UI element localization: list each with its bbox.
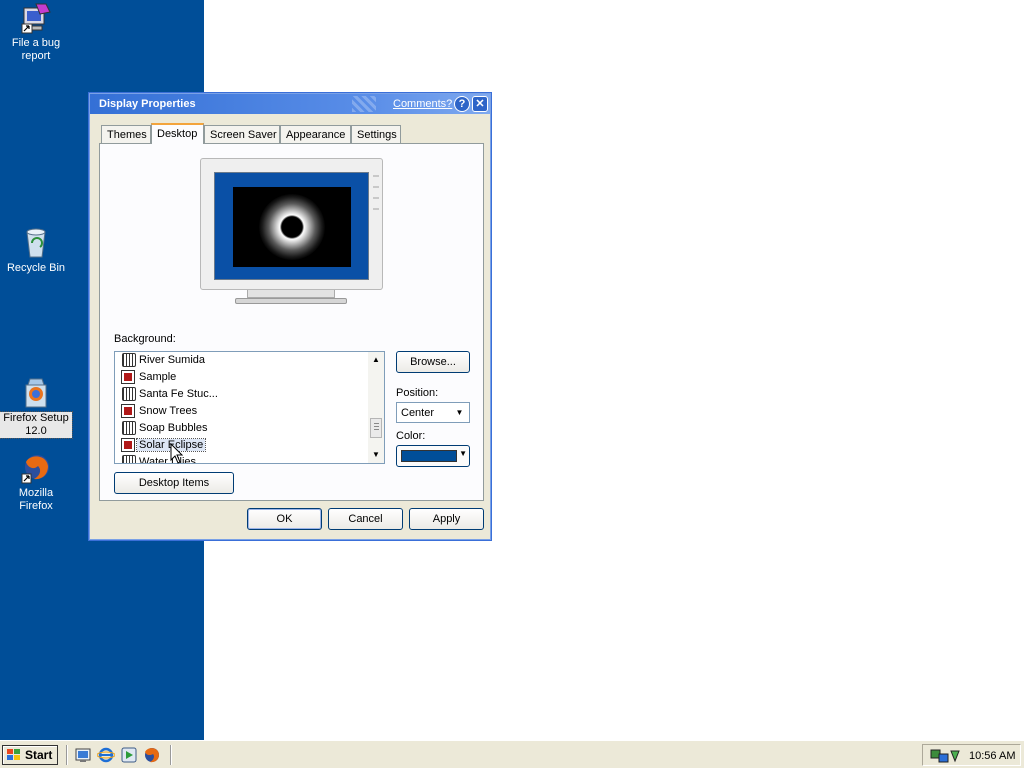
desktop-icon-label: Recycle Bin (6, 262, 66, 274)
tab-desktop[interactable]: Desktop (151, 123, 204, 144)
scroll-down-arrow-icon[interactable]: ▼ (368, 447, 384, 463)
list-item-label: Sample (139, 371, 177, 383)
network-icon[interactable] (929, 748, 963, 764)
list-item[interactable]: Snow Trees (119, 403, 359, 420)
solar-eclipse-image (259, 194, 325, 260)
position-label: Position: (396, 387, 439, 399)
quick-launch-separator (66, 745, 68, 765)
tab-screen-saver[interactable]: Screen Saver (204, 125, 280, 143)
close-button[interactable]: ✕ (472, 96, 488, 112)
apply-button[interactable]: Apply (409, 508, 484, 530)
comments-link[interactable]: Comments? (393, 98, 452, 110)
tab-appearance[interactable]: Appearance (280, 125, 351, 143)
color-label: Color: (396, 430, 426, 442)
recycle-bin-icon (20, 227, 52, 259)
desktop-icon-label: File a bug report (11, 37, 61, 62)
list-item-label: Santa Fe Stuc... (139, 388, 218, 400)
list-item[interactable]: River Sumida (119, 352, 359, 369)
monitor-frame (200, 158, 383, 290)
title-bar[interactable]: Display Properties Comments? ? ✕ (90, 94, 490, 114)
monitor-base (235, 298, 347, 304)
desktop-tab-panel: Background: River Sumida Sample Santa Fe… (99, 143, 484, 501)
tab-themes[interactable]: Themes (101, 125, 151, 143)
firefox-setup-icon (20, 377, 52, 409)
bug-report-icon (20, 2, 52, 34)
title-decoration (352, 96, 376, 112)
show-desktop-icon[interactable] (74, 746, 92, 764)
windows-logo-icon (7, 749, 21, 761)
background-list[interactable]: River Sumida Sample Santa Fe Stuc... Sno… (114, 351, 385, 464)
start-label: Start (25, 748, 53, 762)
position-value: Center (401, 407, 435, 419)
chevron-down-icon: ▼ (459, 449, 467, 458)
monitor-preview (200, 158, 383, 304)
list-item[interactable]: Santa Fe Stuc... (119, 386, 359, 403)
start-button[interactable]: Start (2, 745, 58, 765)
desktop-icon-recycle-bin[interactable]: Recycle Bin (0, 227, 72, 275)
desktop-icon-firefox-setup[interactable]: Firefox Setup 12.0 (0, 377, 73, 439)
desktop-icon-label: Mozilla Firefox (18, 487, 54, 512)
desktop-icon-label: Firefox Setup 12.0 (0, 411, 73, 439)
list-item[interactable]: Soap Bubbles (119, 420, 359, 437)
desktop-items-button[interactable]: Desktop Items (114, 472, 234, 494)
cancel-button[interactable]: Cancel (328, 508, 403, 530)
list-item[interactable]: Sample (119, 369, 359, 386)
picture-file-icon (121, 421, 136, 435)
list-item-label: River Sumida (139, 354, 206, 366)
internet-explorer-icon[interactable] (96, 746, 116, 764)
list-scrollbar[interactable]: ▲ ▼ (368, 352, 384, 463)
ok-button[interactable]: OK (247, 508, 322, 530)
system-tray: 10:56 AM (922, 744, 1021, 766)
desktop-icon-file-bug-report[interactable]: File a bug report (0, 2, 72, 63)
list-item-selected[interactable]: Solar Eclipse (119, 437, 359, 454)
desktop-icon-mozilla-firefox[interactable]: Mozilla Firefox (0, 452, 72, 513)
taskbar: Start 10:56 AM (0, 740, 1024, 768)
quick-launch-separator (170, 745, 172, 765)
windows-media-icon[interactable] (120, 746, 138, 764)
image-file-icon (121, 404, 135, 418)
scroll-thumb[interactable] (370, 418, 382, 438)
picture-file-icon (121, 387, 136, 401)
help-button[interactable]: ? (454, 96, 470, 112)
tab-settings[interactable]: Settings (351, 125, 401, 143)
firefox-icon[interactable] (143, 746, 161, 764)
position-dropdown[interactable]: Center ▼ (396, 402, 470, 423)
browse-button[interactable]: Browse... (396, 351, 470, 373)
list-item-label: Soap Bubbles (139, 422, 208, 434)
image-file-icon (121, 438, 135, 452)
monitor-screen (214, 172, 369, 280)
firefox-icon (20, 452, 52, 484)
wallpaper-preview-image (233, 187, 351, 267)
list-item-label: Snow Trees (139, 405, 198, 417)
scroll-up-arrow-icon[interactable]: ▲ (368, 352, 384, 368)
display-properties-dialog: Display Properties Comments? ? ✕ Themes … (88, 92, 492, 541)
list-item-label: Water Lilies (139, 456, 197, 464)
list-item[interactable]: Water Lilies (119, 454, 359, 464)
picture-file-icon (121, 353, 136, 367)
color-swatch (401, 450, 457, 462)
mouse-cursor-icon (170, 443, 184, 464)
monitor-neck (247, 290, 335, 298)
chevron-down-icon: ▼ (455, 408, 464, 417)
clock[interactable]: 10:56 AM (969, 750, 1015, 762)
monitor-vents (373, 175, 379, 225)
color-picker-button[interactable]: ▼ (396, 445, 470, 467)
picture-file-icon (121, 455, 136, 463)
background-label: Background: (114, 333, 176, 345)
image-file-icon (121, 370, 135, 384)
dialog-title: Display Properties (99, 98, 196, 110)
